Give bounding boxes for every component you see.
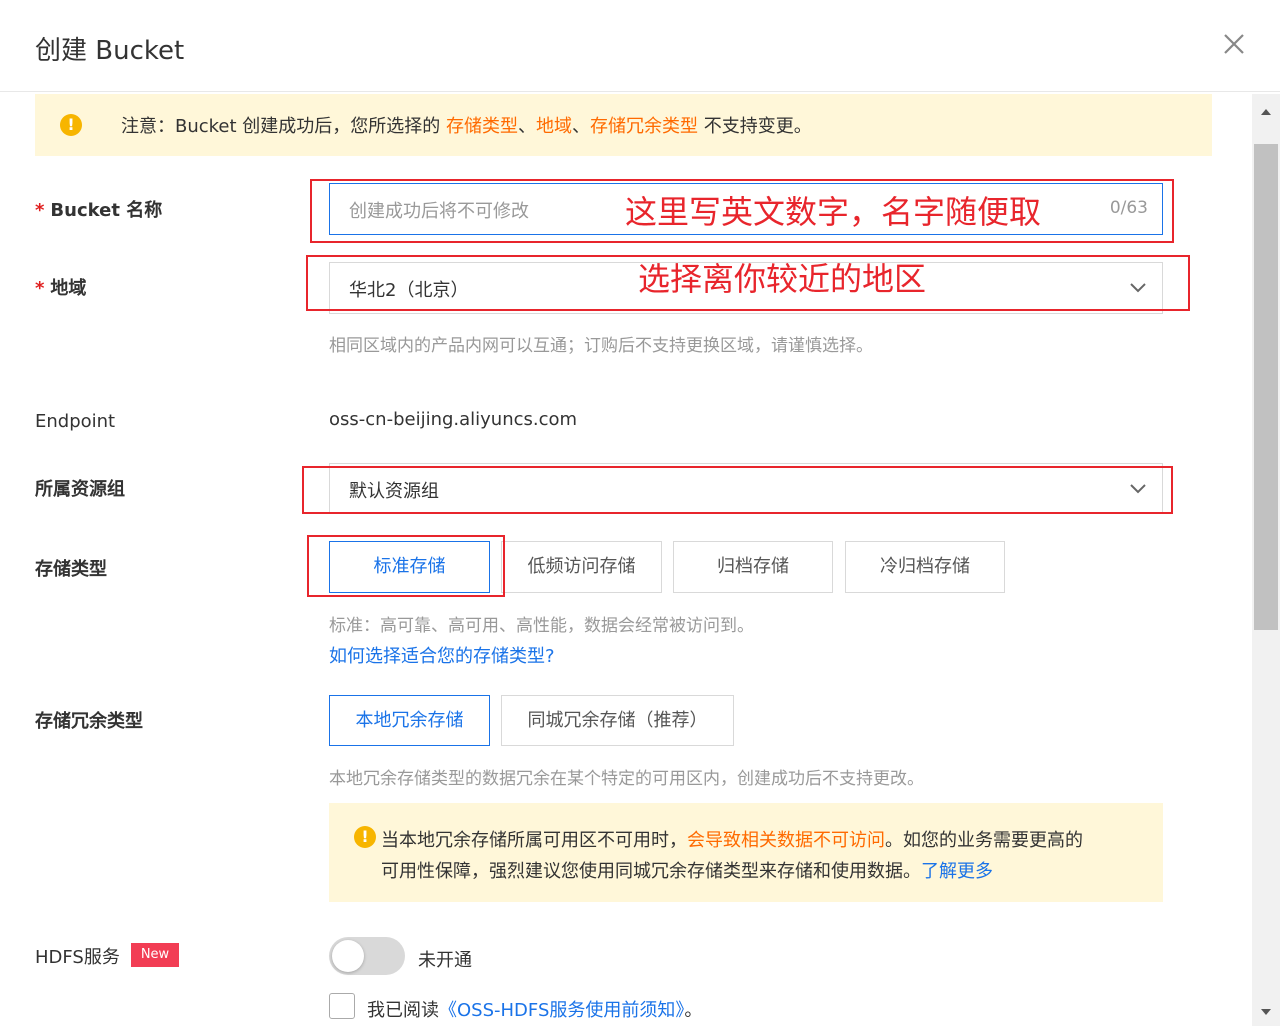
- endpoint-value: oss-cn-beijing.aliyuncs.com: [329, 409, 578, 430]
- storage-class-help-link[interactable]: 如何选择适合您的存储类型?: [329, 642, 555, 668]
- resource-group-label: 所属资源组: [35, 479, 125, 500]
- annotation-box-storage-class: [307, 535, 505, 597]
- redundancy-option-zrs[interactable]: 同城冗余存储（推荐）: [501, 695, 734, 746]
- storage-class-label: 存储类型: [35, 559, 107, 580]
- annotation-box-resource-group: [302, 466, 1173, 514]
- notice-bar: ! 注意：Bucket 创建成功后，您所选择的 存储类型、地域、存储冗余类型 不…: [35, 94, 1212, 156]
- storage-class-option-ia[interactable]: 低频访问存储: [501, 541, 662, 593]
- toggle-knob: [332, 940, 364, 972]
- notice-suffix: 不支持变更。: [698, 116, 812, 137]
- dialog-header: 创建 Bucket: [0, 0, 1280, 92]
- notice-text: 注意：Bucket 创建成功后，您所选择的 存储类型、地域、存储冗余类型 不支持…: [121, 112, 812, 138]
- scroll-down-icon[interactable]: [1259, 1004, 1273, 1018]
- annotation-bucket-name: 这里写英文数字，名字随便取: [625, 193, 1042, 231]
- bucket-name-label: * Bucket 名称: [35, 196, 162, 222]
- bucket-name-label-text: Bucket 名称: [50, 200, 163, 221]
- notice-prefix: 注意：Bucket 创建成功后，您所选择的: [121, 116, 447, 137]
- hdfs-toggle[interactable]: [329, 937, 405, 975]
- close-icon[interactable]: [1218, 28, 1250, 60]
- scrollbar-thumb[interactable]: [1254, 144, 1278, 630]
- warning-text: 。如您的业务需要更高的: [885, 830, 1083, 851]
- agreement-text: 我已阅读《OSS-HDFS服务使用前须知》。: [367, 996, 702, 1022]
- dialog-title: 创建 Bucket: [35, 36, 185, 66]
- region-hint: 相同区域内的产品内网可以互通；订购后不支持更换区域，请谨慎选择。: [329, 336, 873, 356]
- warning-highlight: 会导致相关数据不可访问: [687, 830, 885, 851]
- required-mark: *: [35, 278, 45, 299]
- new-badge: New: [131, 943, 179, 967]
- warning-icon: !: [60, 114, 82, 136]
- scrollbar[interactable]: [1252, 94, 1280, 1026]
- learn-more-link[interactable]: 了解更多: [921, 861, 993, 882]
- redundancy-warning-line2: 可用性保障，强烈建议您使用同城冗余存储类型来存储和使用数据。了解更多: [381, 857, 993, 883]
- redundancy-warning-line1: 当本地冗余存储所属可用区不可用时，会导致相关数据不可访问。如您的业务需要更高的: [381, 826, 1083, 852]
- annotation-region: 选择离你较近的地区: [638, 260, 927, 298]
- required-mark: *: [35, 200, 45, 221]
- warning-text: 可用性保障，强烈建议您使用同城冗余存储类型来存储和使用数据。: [381, 861, 921, 882]
- agreement-checkbox[interactable]: [329, 993, 355, 1019]
- scroll-up-icon[interactable]: [1259, 104, 1273, 118]
- redundancy-label: 存储冗余类型: [35, 711, 143, 732]
- notice-separator: 、: [572, 116, 591, 137]
- endpoint-label: Endpoint: [35, 411, 116, 432]
- region-label: * 地域: [35, 274, 86, 300]
- notice-separator: 、: [518, 116, 537, 137]
- storage-class-option-cold-archive[interactable]: 冷归档存储: [845, 541, 1005, 593]
- redundancy-option-lrs[interactable]: 本地冗余存储: [329, 695, 490, 746]
- notice-highlight-region: 地域: [536, 116, 573, 137]
- warning-text: 当本地冗余存储所属可用区不可用时，: [381, 830, 687, 851]
- redundancy-warning: ! 当本地冗余存储所属可用区不可用时，会导致相关数据不可访问。如您的业务需要更高…: [329, 803, 1163, 902]
- storage-class-hint: 标准：高可靠、高可用、高性能，数据会经常被访问到。: [329, 616, 754, 636]
- redundancy-hint: 本地冗余存储类型的数据冗余在某个特定的可用区内，创建成功后不支持更改。: [329, 769, 924, 789]
- agreement-prefix: 我已阅读: [367, 1000, 439, 1021]
- notice-highlight-storage-class: 存储类型: [446, 116, 519, 137]
- hdfs-label: HDFS服务: [35, 947, 120, 968]
- hdfs-terms-link[interactable]: 《OSS-HDFS服务使用前须知》: [439, 1000, 684, 1021]
- agreement-suffix: 。: [684, 1000, 703, 1021]
- warning-icon: !: [354, 826, 376, 848]
- storage-class-option-archive[interactable]: 归档存储: [673, 541, 833, 593]
- hdfs-status: 未开通: [418, 950, 472, 971]
- notice-highlight-redundancy: 存储冗余类型: [590, 116, 699, 137]
- region-label-text: 地域: [50, 278, 87, 299]
